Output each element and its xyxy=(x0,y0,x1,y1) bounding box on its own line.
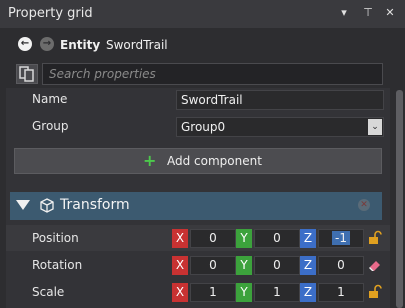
group-value: Group0 xyxy=(181,120,226,134)
position-x-value[interactable]: 0 xyxy=(190,229,236,248)
name-field[interactable]: SwordTrail xyxy=(176,90,384,110)
forward-arrow-icon[interactable]: → xyxy=(40,37,54,51)
copy-properties-button[interactable] xyxy=(16,64,38,84)
add-component-label: Add component xyxy=(167,154,262,168)
rotation-row: Rotation X 0 Y 0 Z 0 xyxy=(6,252,390,278)
search-input[interactable] xyxy=(42,63,383,85)
entity-type-label: Entity xyxy=(60,38,101,52)
axis-z-label: Z xyxy=(300,229,316,248)
name-label: Name xyxy=(32,92,68,106)
search-row xyxy=(0,62,405,86)
rotation-label: Rotation xyxy=(32,258,83,272)
scale-z-field[interactable]: Z 1 xyxy=(300,283,364,302)
chevron-down-icon[interactable]: ⌄ xyxy=(368,119,382,135)
position-x-field[interactable]: X 0 xyxy=(172,229,236,248)
axis-x-label: X xyxy=(172,283,188,302)
position-y-value[interactable]: 0 xyxy=(254,229,300,248)
name-row: Name SwordTrail xyxy=(6,87,390,113)
axis-y-label: Y xyxy=(236,229,252,248)
back-arrow-icon[interactable]: ← xyxy=(18,37,32,51)
scale-y-field[interactable]: Y 1 xyxy=(236,283,300,302)
pin-icon[interactable]: ⊤ xyxy=(360,4,376,22)
scale-row: Scale X 1 Y 1 Z 1 xyxy=(6,279,390,305)
rotation-x-value[interactable]: 0 xyxy=(190,256,236,275)
dropdown-icon[interactable]: ▾ xyxy=(336,4,352,22)
position-z-value[interactable]: -1 xyxy=(318,229,364,248)
transform-title: Transform xyxy=(60,197,130,213)
axis-x-label: X xyxy=(172,256,188,275)
scale-x-value[interactable]: 1 xyxy=(190,283,236,302)
group-row: Group Group0 ⌄ xyxy=(6,114,390,140)
axis-y-label: Y xyxy=(236,283,252,302)
navigation-row: ← → Entity SwordTrail xyxy=(0,28,405,62)
panel-title: Property grid xyxy=(8,6,93,21)
close-icon[interactable]: ✕ xyxy=(382,4,398,22)
rotation-y-field[interactable]: Y 0 xyxy=(236,256,300,275)
position-y-field[interactable]: Y 0 xyxy=(236,229,300,248)
axis-x-label: X xyxy=(172,229,188,248)
rotation-z-value[interactable]: 0 xyxy=(318,256,364,275)
group-dropdown[interactable]: Group0 ⌄ xyxy=(176,117,384,137)
title-bar: Property grid ▾ ⊤ ✕ xyxy=(0,0,405,28)
rotation-z-field[interactable]: Z 0 xyxy=(300,256,364,275)
rotation-y-value[interactable]: 0 xyxy=(254,256,300,275)
scale-label: Scale xyxy=(32,285,65,299)
scale-x-field[interactable]: X 1 xyxy=(172,283,236,302)
position-z-text: -1 xyxy=(332,231,350,245)
position-label: Position xyxy=(32,231,79,245)
transform-section-header[interactable]: Transform ✕ xyxy=(10,192,382,220)
scrollbar-thumb[interactable] xyxy=(396,90,403,308)
copy-icon xyxy=(19,66,34,82)
axis-y-label: Y xyxy=(236,256,252,275)
position-row: Position X 0 Y 0 Z -1 xyxy=(6,225,390,251)
remove-component-icon[interactable]: ✕ xyxy=(358,199,370,211)
plus-icon: + xyxy=(143,151,157,170)
group-label: Group xyxy=(32,119,69,133)
axis-z-label: Z xyxy=(300,256,316,275)
collapse-triangle-icon[interactable] xyxy=(16,200,30,210)
rotation-x-field[interactable]: X 0 xyxy=(172,256,236,275)
eraser-icon[interactable] xyxy=(367,257,383,273)
axis-z-label: Z xyxy=(300,283,316,302)
scale-z-value[interactable]: 1 xyxy=(318,283,364,302)
cube-icon xyxy=(40,198,54,213)
scale-y-value[interactable]: 1 xyxy=(254,283,300,302)
entity-name: SwordTrail xyxy=(106,38,168,52)
position-z-field[interactable]: Z -1 xyxy=(300,229,364,248)
lock-icon[interactable] xyxy=(367,284,383,300)
lock-icon[interactable] xyxy=(367,230,383,246)
add-component-button[interactable]: + Add component xyxy=(14,148,382,174)
